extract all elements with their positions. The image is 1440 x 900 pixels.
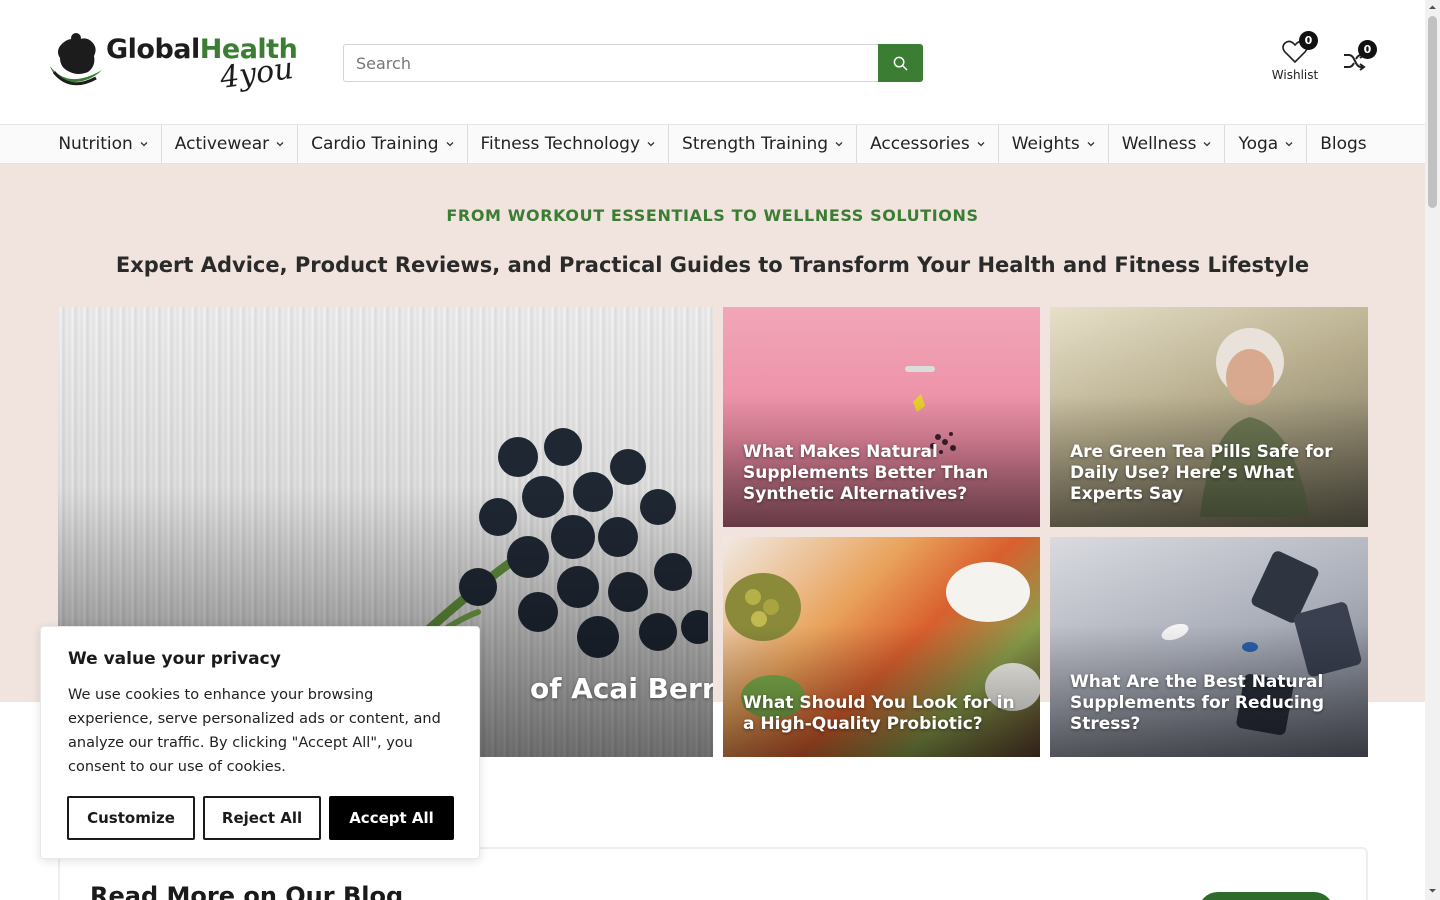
nav-item-label: Nutrition — [58, 134, 133, 154]
chevron-down-icon — [1087, 142, 1095, 147]
chevron-down-icon — [446, 142, 453, 147]
nav-item-strength-training[interactable]: Strength Training — [669, 125, 858, 163]
nav-item-activewear[interactable]: Activewear — [162, 125, 299, 163]
search-icon — [893, 56, 908, 70]
chevron-down-icon — [140, 142, 148, 147]
nav-item-blogs[interactable]: Blogs — [1307, 125, 1379, 163]
nav-item-label: Wellness — [1121, 134, 1197, 154]
chevron-down-icon — [1204, 142, 1211, 147]
athlete-logo-icon — [50, 33, 102, 86]
site-header: GlobalHealth 4you 0 Wishlist 0 — [0, 0, 1425, 124]
nav-item-label: Activewear — [174, 134, 270, 154]
scroll-up-arrow-icon[interactable] — [1428, 3, 1437, 12]
hero-tagline: FROM WORKOUT ESSENTIALS TO WELLNESS SOLU… — [446, 206, 979, 225]
scrollbar-thumb[interactable] — [1428, 16, 1437, 208]
chevron-down-icon — [276, 142, 284, 147]
featured-post-title[interactable]: of Acai Berries — [530, 672, 713, 705]
customize-button[interactable]: Customize — [67, 796, 195, 840]
post-title[interactable]: Are Green Tea Pills Safe for Daily Use? … — [1070, 442, 1355, 505]
post-title[interactable]: What Makes Natural Supplements Better Th… — [743, 442, 1028, 505]
nav-item-wellness[interactable]: Wellness — [1109, 125, 1226, 163]
nav-item-label: Weights — [1011, 134, 1080, 154]
blog-heading: Read More on Our Blog — [90, 882, 404, 900]
cookie-title: We value your privacy — [68, 649, 281, 669]
post-card[interactable]: What Should You Look for in a High-Quali… — [723, 537, 1040, 757]
blog-view-all-button[interactable] — [1198, 892, 1334, 900]
wishlist-button[interactable]: 0 Wishlist — [1266, 31, 1326, 88]
chevron-down-icon — [835, 142, 843, 147]
nav-item-cardio-training[interactable]: Cardio Training — [298, 125, 468, 163]
nav-item-label: Blogs — [1320, 134, 1367, 154]
wishlist-count-badge: 0 — [1299, 31, 1318, 50]
hero-title: Expert Advice, Product Reviews, and Prac… — [115, 253, 1310, 277]
post-overlay — [723, 625, 1040, 757]
post-card[interactable]: Are Green Tea Pills Safe for Daily Use? … — [1050, 307, 1368, 527]
post-card[interactable]: What Are the Best Natural Supplements fo… — [1050, 537, 1368, 757]
chevron-down-icon — [1285, 142, 1293, 147]
nav-item-label: Yoga — [1238, 134, 1279, 154]
nav-item-label: Cardio Training — [311, 134, 439, 154]
accept-all-button[interactable]: Accept All — [329, 796, 454, 840]
search-bar — [343, 44, 923, 82]
chevron-down-icon — [647, 142, 655, 147]
post-title[interactable]: What Should You Look for in a High-Quali… — [743, 693, 1028, 735]
site-logo[interactable]: GlobalHealth 4you — [48, 30, 298, 96]
post-card[interactable]: What Makes Natural Supplements Better Th… — [723, 307, 1040, 527]
search-input[interactable] — [343, 44, 878, 82]
nav-item-nutrition[interactable]: Nutrition — [45, 125, 162, 163]
chevron-down-icon — [977, 142, 985, 147]
nav-item-label: Accessories — [870, 134, 970, 154]
search-button[interactable] — [878, 44, 923, 82]
nav-item-yoga[interactable]: Yoga — [1225, 125, 1308, 163]
page-scrollbar[interactable] — [1425, 0, 1440, 900]
post-title[interactable]: What Are the Best Natural Supplements fo… — [1070, 672, 1355, 735]
wishlist-label: Wishlist — [1271, 68, 1319, 82]
scroll-down-arrow-icon[interactable] — [1428, 886, 1437, 895]
nav-item-weights[interactable]: Weights — [999, 125, 1109, 163]
compare-count-badge: 0 — [1358, 40, 1377, 59]
cookie-consent-banner: We value your privacy We use cookies to … — [40, 626, 480, 859]
compare-button[interactable]: 0 — [1340, 40, 1380, 80]
nav-item-label: Strength Training — [682, 134, 829, 154]
cookie-text: We use cookies to enhance your browsing … — [68, 687, 441, 775]
nav-item-accessories[interactable]: Accessories — [857, 125, 999, 163]
nav-item-fitness-technology[interactable]: Fitness Technology — [468, 125, 670, 163]
nav-item-label: Fitness Technology — [480, 134, 641, 154]
reject-all-button[interactable]: Reject All — [203, 796, 321, 840]
main-nav: Nutrition Activewear Cardio Training Fit… — [0, 124, 1425, 164]
